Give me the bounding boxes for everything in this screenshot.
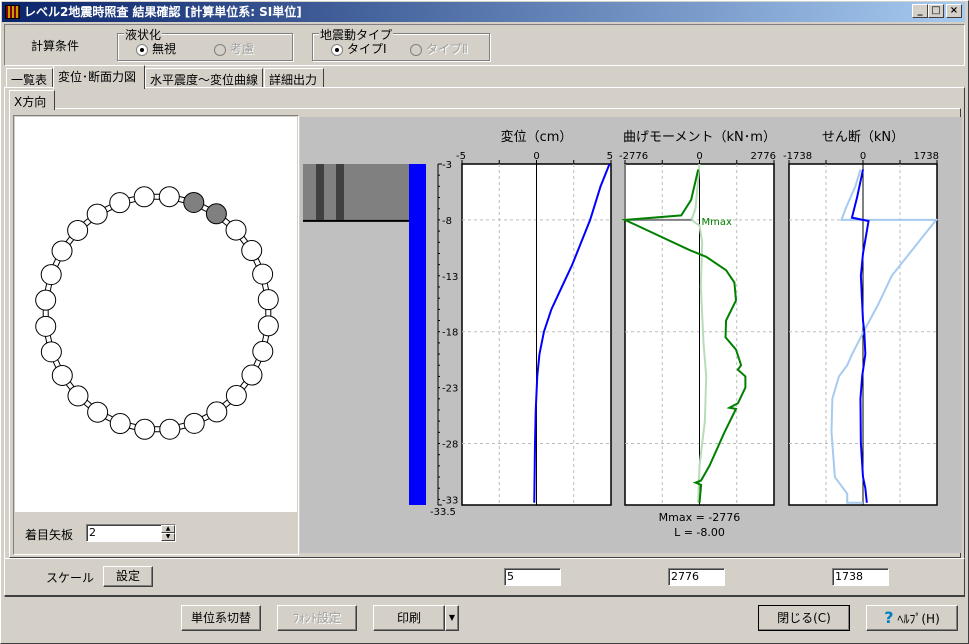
depth-label: -33	[442, 495, 458, 506]
result-plots: -3 -8 -13 -18 -23 -28 -33-33.5 -5 0 5 変位（cm） -2776 0…	[300, 117, 962, 553]
sheet-label: 着目矢板	[25, 528, 74, 542]
pile-circle	[159, 418, 181, 440]
window-title: レベル2地震時照査 結果確認 [計算単位系: SI単位]	[24, 5, 302, 19]
minimize-button[interactable]: _	[912, 4, 928, 18]
pile-circle	[252, 263, 274, 285]
scale-set-button[interactable]: 設定	[103, 566, 153, 587]
pile-circle	[158, 186, 180, 208]
pile-circle	[35, 289, 57, 311]
axis-tick-label: -1738	[783, 151, 812, 162]
tab-x-direction[interactable]: X方向	[9, 90, 55, 110]
axis-tick-label: 0	[860, 151, 866, 162]
mmax-annotation: Mmax	[702, 217, 732, 228]
conditions-label: 計算条件	[31, 39, 80, 53]
depth-label: -13	[442, 272, 458, 283]
spin-down-icon[interactable]: ▼	[161, 533, 175, 541]
pile-circle	[205, 203, 227, 225]
pile-circle	[134, 418, 156, 440]
axis-tick-label: 2776	[751, 151, 776, 162]
unit-switch-button[interactable]: 単位系切替	[181, 605, 261, 631]
scale-displacement-input[interactable]: 5	[504, 568, 561, 586]
pile-circle	[225, 219, 247, 241]
scale-shear-input[interactable]: 1738	[832, 568, 889, 586]
print-button[interactable]: 印刷	[373, 605, 445, 631]
sheet-pile	[409, 164, 426, 505]
axis-tick-label: 5	[607, 151, 613, 162]
tab-seismic-curve[interactable]: 水平震度～変位曲線	[145, 68, 263, 88]
scale-moment-input[interactable]: 2776	[668, 568, 725, 586]
mmax-value: Mmax = -2776	[659, 511, 741, 524]
pile-circle	[109, 413, 131, 435]
scale-label: スケール	[46, 571, 95, 585]
title-bar: レベル2地震時照査 結果確認 [計算単位系: SI単位]	[2, 2, 965, 22]
sheet-pile-ring[interactable]	[15, 117, 297, 512]
depth-label: -23	[442, 384, 458, 395]
help-button[interactable]: ? ﾍﾙﾌﾟ(H)	[866, 605, 958, 631]
tab-list[interactable]: 一覧表	[6, 68, 53, 88]
motion-type-group: 地震動タイプ タイプⅠ タイプⅡ	[312, 26, 490, 61]
plot-title: 曲げモーメント（kN･m）	[623, 130, 776, 145]
liquefaction-group: 液状化 無視 考慮	[117, 26, 293, 61]
axis-tick-label: -2776	[619, 151, 648, 162]
maximize-button[interactable]: □	[928, 4, 944, 18]
radio-type2[interactable]: タイプⅡ	[410, 40, 468, 57]
pile-circle	[109, 192, 131, 214]
font-settings-button[interactable]: ﾌｫﾝﾄ設定	[277, 605, 357, 631]
pile-circle	[51, 364, 73, 386]
sheet-number-input[interactable]: 2 ▲ ▼	[86, 524, 176, 542]
depth-label: -28	[442, 440, 458, 451]
plot-title: 変位（cm）	[501, 129, 573, 145]
pile-circle	[241, 364, 263, 386]
pile-circle	[225, 385, 247, 407]
pile-circle	[51, 240, 73, 262]
help-icon: ?	[884, 608, 894, 627]
radio-ignore[interactable]: 無視	[136, 40, 176, 57]
close-window-button[interactable]: ×	[946, 4, 962, 18]
conditions-panel: 計算条件 液状化 無視 考慮 地震動タイプ タイプⅠ タイプⅡ	[4, 24, 965, 66]
depth-label: -8	[442, 216, 452, 227]
pile-circle	[67, 385, 89, 407]
pile-circle	[252, 340, 274, 362]
axis-tick-label: -5	[456, 151, 466, 162]
plot-title: せん断（kN）	[822, 130, 904, 145]
mmax-depth: L = -8.00	[674, 526, 725, 539]
pile-circle	[257, 315, 279, 337]
pile-circle	[241, 240, 263, 262]
print-dropdown-icon[interactable]: ▼	[445, 605, 459, 631]
pile-circle	[183, 191, 205, 213]
depth-label: -3	[442, 160, 452, 171]
pile-circle	[35, 315, 57, 337]
pile-circle	[67, 219, 89, 241]
pile-circle	[257, 289, 279, 311]
axis-tick-label: 0	[696, 151, 702, 162]
pile-circle	[183, 412, 205, 434]
pile-circle	[133, 186, 155, 208]
spin-up-icon[interactable]: ▲	[161, 525, 175, 533]
tab-detail-output[interactable]: 詳細出力	[264, 68, 324, 88]
pile-circle	[40, 341, 62, 363]
depth-label: -18	[442, 328, 458, 339]
close-button[interactable]: 閉じる(C)	[758, 605, 850, 631]
axis-tick-label: 0	[533, 151, 539, 162]
pile-circle	[206, 401, 228, 423]
tab-displacement-force[interactable]: 変位･断面力図	[53, 65, 145, 89]
radio-type1[interactable]: タイプⅠ	[331, 40, 387, 57]
axis-tick-label: 1738	[914, 151, 939, 162]
pile-circle	[87, 401, 109, 423]
pile-circle	[40, 264, 62, 286]
pile-circle	[86, 203, 108, 225]
app-icon	[5, 5, 20, 19]
radio-consider[interactable]: 考慮	[214, 40, 254, 57]
depth-bottom-label: -33.5	[430, 507, 456, 518]
